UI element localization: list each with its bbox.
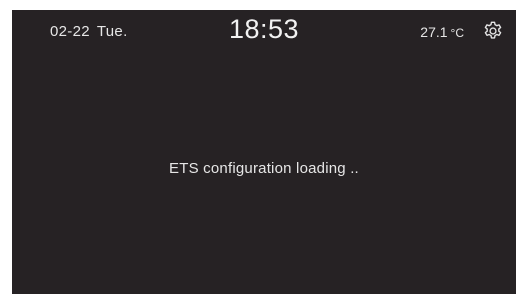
status-bar: 02-22 Tue. 18:53 27.1 °C: [12, 10, 516, 56]
display-screen: 02-22 Tue. 18:53 27.1 °C ETS configuration…: [12, 10, 516, 294]
device-bezel: 02-22 Tue. 18:53 27.1 °C ETS configuration…: [0, 0, 527, 294]
loading-message: ETS configuration loading ..: [169, 160, 359, 177]
temperature-unit: °C: [450, 26, 464, 40]
settings-button[interactable]: [482, 20, 504, 42]
gear-icon: [484, 21, 502, 39]
temperature-display: 27.1 °C: [420, 24, 464, 40]
temperature-value: 27.1: [420, 24, 448, 40]
